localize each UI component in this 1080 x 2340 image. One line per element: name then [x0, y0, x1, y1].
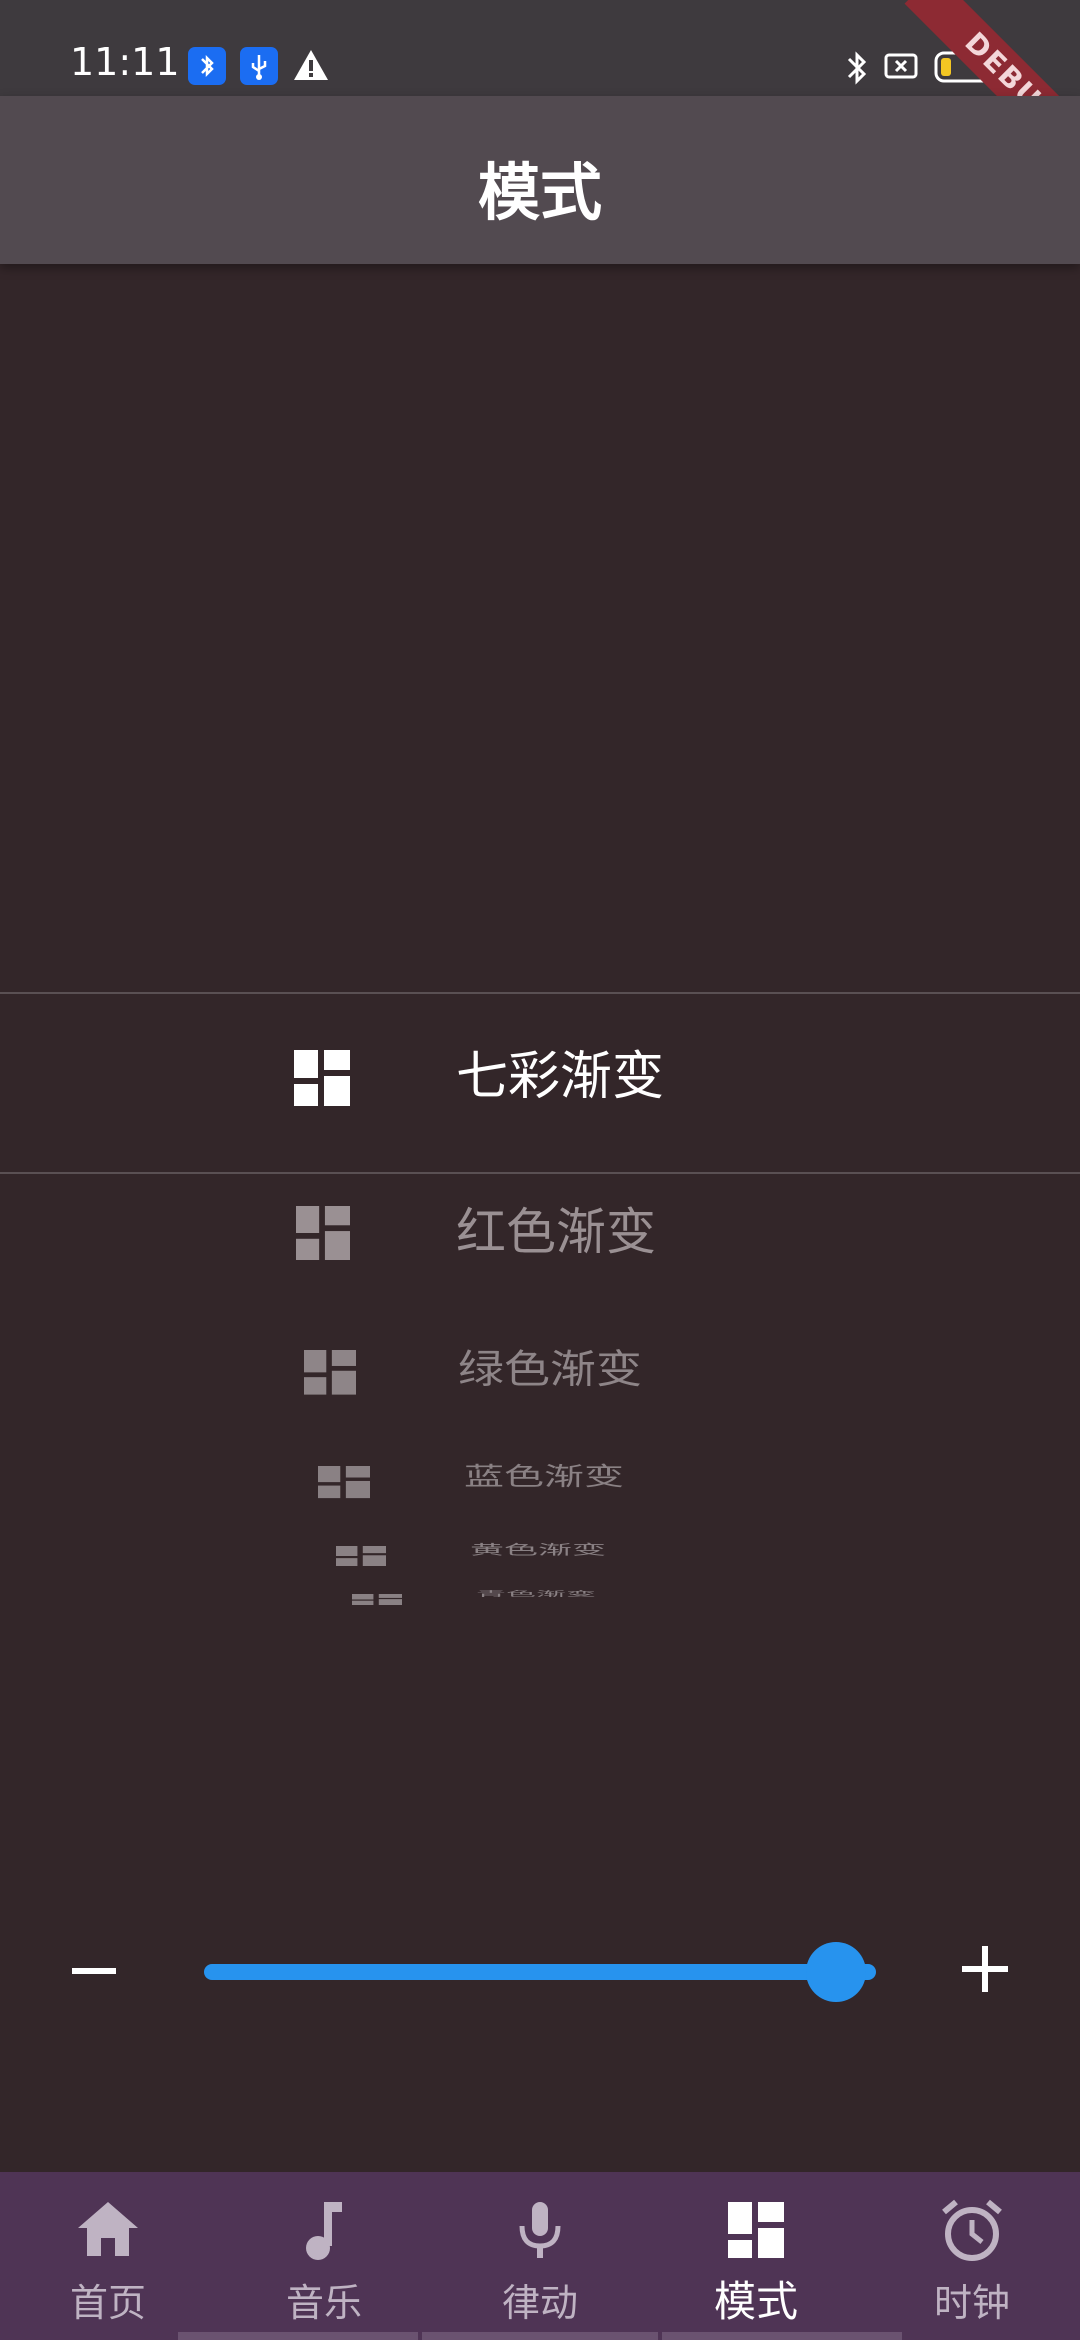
plus-icon[interactable] [962, 1946, 1008, 1992]
dashboard-icon [304, 1350, 356, 1398]
bottom-navigation: 首页 音乐 律动 模式 时钟 [0, 2172, 1080, 2340]
dashboard-icon [352, 1594, 402, 1606]
nav-item-music[interactable]: 音乐 [216, 2172, 432, 2340]
picker-item[interactable]: 红色渐变 [0, 1203, 1080, 1266]
dashboard-icon [296, 1206, 350, 1264]
warning-icon [292, 46, 330, 88]
picker-bottom-divider [0, 1172, 1080, 1174]
picker-item-label: 红色渐变 [456, 1203, 656, 1261]
nav-item-rhythm[interactable]: 律动 [432, 2172, 648, 2340]
dashboard-icon [336, 1546, 386, 1568]
home-indicator [178, 2332, 418, 2340]
picker-item[interactable]: 七彩渐变 [0, 1047, 1080, 1130]
picker-item[interactable]: 青色渐变 [0, 1590, 1080, 1606]
picker-item-label: 绿色渐变 [458, 1346, 642, 1393]
nav-label: 时钟 [933, 2281, 1010, 2325]
picker-item[interactable]: 蓝色渐变 [0, 1463, 1080, 1502]
dashboard-icon [294, 1050, 350, 1110]
nav-item-mode[interactable]: 模式 [648, 2172, 864, 2340]
sim-icon [884, 52, 920, 86]
picker-item-label: 黄色渐变 [470, 1542, 606, 1558]
usb-icon [240, 47, 278, 85]
nav-label: 音乐 [285, 2281, 362, 2325]
picker-item-label: 七彩渐变 [456, 1047, 665, 1107]
microphone-icon [506, 2196, 574, 2264]
picker-top-divider [0, 992, 1080, 994]
picker-item-label: 青色渐变 [476, 1590, 596, 1598]
slider-track[interactable] [204, 1964, 876, 1980]
bluetooth-icon [188, 47, 226, 85]
nav-label: 首页 [69, 2281, 146, 2325]
home-icon [74, 2196, 142, 2264]
page-title: 模式 [477, 156, 602, 229]
slider-thumb[interactable] [805, 1942, 866, 2002]
picker-item-label: 蓝色渐变 [464, 1462, 624, 1492]
bluetooth-icon [842, 48, 872, 92]
status-time: 11:11 [70, 40, 180, 84]
app-bar: 模式 [0, 96, 1080, 264]
home-indicator [662, 2332, 902, 2340]
home-indicator [422, 2332, 658, 2340]
dashboard-icon [318, 1466, 370, 1501]
dashboard-icon [722, 2196, 790, 2264]
picker-item[interactable]: 黄色渐变 [0, 1542, 1080, 1568]
nav-item-clock[interactable]: 时钟 [864, 2172, 1080, 2340]
music-note-icon [290, 2196, 358, 2264]
nav-item-home[interactable]: 首页 [0, 2172, 216, 2340]
picker-item[interactable]: 绿色渐变 [0, 1346, 1080, 1400]
nav-label: 模式 [713, 2277, 798, 2326]
alarm-clock-icon [938, 2196, 1006, 2264]
minus-icon[interactable] [72, 1968, 116, 1974]
nav-label: 律动 [501, 2281, 578, 2325]
